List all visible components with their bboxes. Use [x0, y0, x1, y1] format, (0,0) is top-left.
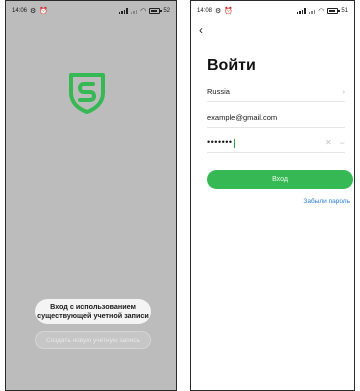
signal-icon-2 [308, 8, 316, 14]
alarm-icon: ⏰ [39, 7, 49, 15]
status-time: 14:06 [12, 8, 28, 14]
clear-icon[interactable]: ✕ [325, 138, 332, 147]
wifi-icon: ◠ [318, 7, 325, 15]
password-field[interactable]: ••••••• ✕ ⌣ [207, 133, 345, 153]
create-account-button[interactable]: Создать новую учетную запись [35, 331, 151, 349]
battery-level: 51 [341, 8, 348, 14]
signal-icon [118, 8, 128, 14]
welcome-screen: 14:06 ⚙ ⏰ ◠ 52 Вход с использованием сущ… [5, 0, 177, 391]
login-button[interactable]: Вход [207, 170, 353, 189]
country-selector[interactable]: Russia › [207, 82, 345, 102]
battery-level: 52 [163, 8, 170, 14]
chevron-left-icon[interactable]: ‹ [199, 24, 203, 36]
text-cursor [233, 138, 235, 148]
email-field[interactable]: example@gmail.com [207, 108, 345, 128]
country-value: Russia [207, 87, 230, 96]
password-value: ••••••• [207, 137, 233, 148]
shield-logo-icon [69, 73, 105, 114]
wifi-icon: ◠ [140, 7, 147, 15]
forgot-password-link[interactable]: Забыли пароль [303, 198, 350, 205]
eye-closed-icon[interactable]: ⌣ [340, 138, 345, 148]
status-time: 14:08 [197, 8, 213, 14]
status-bar: 14:06 ⚙ ⏰ ◠ 52 [6, 1, 176, 21]
signal-icon [296, 8, 306, 14]
login-existing-account-button[interactable]: Вход с использованием существующей учетн… [35, 299, 151, 324]
email-value: example@gmail.com [207, 113, 278, 122]
battery-icon [327, 8, 341, 14]
signal-icon-2 [130, 8, 138, 14]
login-screen: 14:08 ⚙ ⏰ ◠ 51 ‹ Войти Russia › example@… [190, 0, 355, 391]
chevron-right-icon: › [342, 87, 345, 96]
status-bar: 14:08 ⚙ ⏰ ◠ 51 [191, 1, 354, 21]
battery-icon [149, 8, 163, 14]
alarm-icon: ⏰ [224, 7, 234, 15]
page-title: Войти [207, 57, 256, 74]
settings-icon: ⚙ [30, 7, 37, 15]
settings-icon: ⚙ [215, 7, 222, 15]
